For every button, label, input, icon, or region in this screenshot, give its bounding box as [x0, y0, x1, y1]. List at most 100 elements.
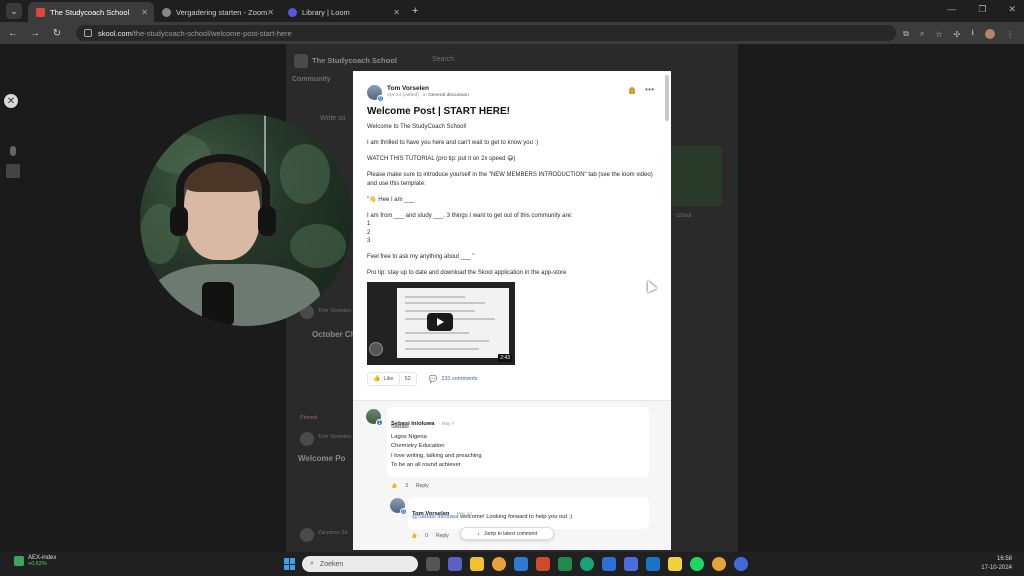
pinned-label: Pinned — [300, 415, 318, 421]
bookmark-star-icon[interactable]: ☆ — [935, 30, 942, 39]
comment-line: I love writing, talking and preaching — [391, 452, 482, 459]
file-explorer-icon[interactable] — [470, 557, 484, 571]
translate-icon[interactable]: ⧉ — [903, 29, 909, 39]
chrome-icon[interactable] — [492, 557, 506, 571]
close-tab-icon[interactable]: ✕ — [141, 8, 148, 17]
comments-count[interactable]: 231 comments — [441, 376, 477, 382]
task-view-icon[interactable] — [426, 557, 440, 571]
modal-scrollbar[interactable] — [665, 75, 669, 121]
app-icon[interactable] — [734, 557, 748, 571]
post-meta: Apr 24 (edited) · in General discussion — [387, 93, 469, 98]
post-actions: 👍 Like 52 💬 231 comments — [367, 371, 657, 387]
webcam-bubble[interactable] — [140, 114, 352, 326]
excel-icon[interactable] — [558, 557, 572, 571]
loom-favicon-icon — [288, 7, 297, 17]
tab-community[interactable]: Community — [292, 76, 331, 83]
download-icon[interactable]: ⭳ — [971, 27, 974, 41]
stock-widget[interactable]: AEX-index +0,62% — [14, 555, 56, 567]
author-name[interactable]: Tom Vorselen — [387, 85, 469, 92]
word-icon[interactable] — [514, 557, 528, 571]
close-window-icon[interactable]: ✕ — [1008, 4, 1016, 15]
sticky-notes-icon[interactable] — [668, 557, 682, 571]
post-paragraph: "👋 Hee I am ___ — [367, 196, 415, 203]
site-info-icon[interactable] — [84, 29, 92, 37]
thumbs-up-icon[interactable]: 👍 — [391, 483, 397, 489]
search-icon: ⌕ — [310, 560, 314, 567]
reload-icon[interactable]: ↻ — [48, 28, 66, 39]
group-name: The Studycoach School — [312, 56, 398, 65]
system-clock[interactable]: 16:58 17-10-2024 — [981, 555, 1012, 573]
extensions-icon[interactable]: ✣ — [953, 30, 960, 39]
windows-start-icon[interactable] — [284, 558, 296, 570]
thumbs-up-icon[interactable]: 👍 — [411, 533, 417, 539]
outlook-icon[interactable] — [646, 557, 660, 571]
chatgpt-icon[interactable] — [580, 557, 594, 571]
url-domain: skool.com — [98, 28, 132, 38]
minimize-icon[interactable]: — — [947, 4, 956, 15]
like-button[interactable]: 👍 Like — [367, 371, 400, 386]
like-count[interactable]: 52 — [399, 371, 417, 386]
more-options-icon[interactable]: • • • — [645, 85, 654, 94]
tab-loom[interactable]: Library | Loom ✕ — [280, 2, 406, 22]
forward-icon[interactable]: → — [26, 28, 44, 39]
tab-studycoach-school[interactable]: The Studycoach School ✕ — [28, 2, 154, 22]
post-paragraph: WATCH THIS TUTORIAL (pro tip: put it on … — [367, 156, 516, 162]
restore-icon[interactable]: ❐ — [978, 4, 986, 15]
comment-icon: 💬 — [428, 375, 438, 383]
reply-like-count: 0 — [425, 533, 429, 539]
post-title[interactable]: Welcome Po — [298, 454, 345, 463]
reply-button[interactable]: Reply — [436, 533, 449, 539]
write-post-input[interactable]: Write so — [320, 115, 346, 122]
close-tab-icon[interactable]: ✕ — [393, 8, 400, 17]
post-title[interactable]: October Ch — [312, 330, 356, 339]
loom-video-embed[interactable]: 2:43 — [367, 281, 515, 365]
new-tab-icon[interactable]: + — [412, 5, 418, 17]
comment-line: Lagos Nigeria — [391, 433, 427, 440]
post-paragraph: Welcome to The StudyCoach School! — [367, 124, 467, 130]
profile-avatar[interactable] — [985, 29, 995, 39]
post-author: Tom Vorselen — [318, 434, 352, 440]
zoom-icon[interactable] — [624, 557, 638, 571]
list-item: 1 — [367, 221, 371, 227]
group-logo — [294, 54, 308, 68]
teams-icon[interactable] — [448, 557, 462, 571]
side-group-title: chool — [676, 212, 692, 219]
menu-icon[interactable]: ⋮ — [1006, 30, 1014, 39]
spotify-icon[interactable] — [690, 557, 704, 571]
tab-zoom[interactable]: Vergadering starten - Zoom ✕ — [154, 2, 280, 22]
commenter-avatar[interactable]: 1 — [366, 409, 383, 426]
group-cover-image — [666, 146, 722, 206]
back-icon[interactable]: ← — [4, 28, 22, 39]
post-paragraph: Pro tip: stay up to date and download th… — [367, 270, 567, 276]
reply-button[interactable]: Reply — [416, 483, 429, 489]
post-content: 8 Tom Vorselen Apr 24 (edited) · in Gene… — [367, 85, 657, 387]
powerpoint-icon[interactable] — [536, 557, 550, 571]
close-tab-icon[interactable]: ✕ — [267, 8, 274, 17]
search-input[interactable]: Search — [432, 56, 454, 63]
avatar — [300, 528, 314, 542]
reply-avatar[interactable]: 8 — [390, 498, 407, 515]
clock-time: 16:58 — [996, 556, 1012, 562]
video-duration: 2:43 — [498, 353, 512, 362]
zoom-icon[interactable]: ⌕ — [920, 29, 924, 39]
post-category[interactable]: General discussion — [428, 93, 469, 98]
chrome-profile-icon[interactable] — [712, 557, 726, 571]
post-author: Zarzamo Ze — [318, 530, 348, 536]
left-sidebar — [6, 104, 20, 178]
widget-value: +0,62% — [28, 561, 47, 567]
taskbar-search[interactable]: ⌕ Zoeken — [302, 556, 418, 572]
mention-link[interactable]: @Sebasi Inioluwa — [412, 514, 459, 520]
address-bar: ← → ↻ skool.com/the-studycoach-school/we… — [0, 22, 1024, 44]
url-field[interactable]: skool.com/the-studycoach-school/welcome-… — [76, 25, 896, 41]
skype-icon[interactable] — [602, 557, 616, 571]
bell-icon[interactable] — [629, 87, 635, 94]
camera-icon[interactable] — [6, 164, 20, 178]
post-author: Tom Vorselen — [318, 308, 352, 314]
post-modal: 8 Tom Vorselen Apr 24 (edited) · in Gene… — [353, 71, 671, 550]
window-controls: — ❐ ✕ — [947, 4, 1016, 15]
author-avatar[interactable]: 8 — [367, 85, 384, 102]
jump-to-latest-button[interactable]: ↓ Jump to latest comment — [460, 527, 554, 540]
mic-icon[interactable] — [10, 146, 16, 156]
tab-search-icon[interactable]: ⌄ — [6, 3, 22, 19]
play-icon[interactable] — [427, 312, 453, 331]
